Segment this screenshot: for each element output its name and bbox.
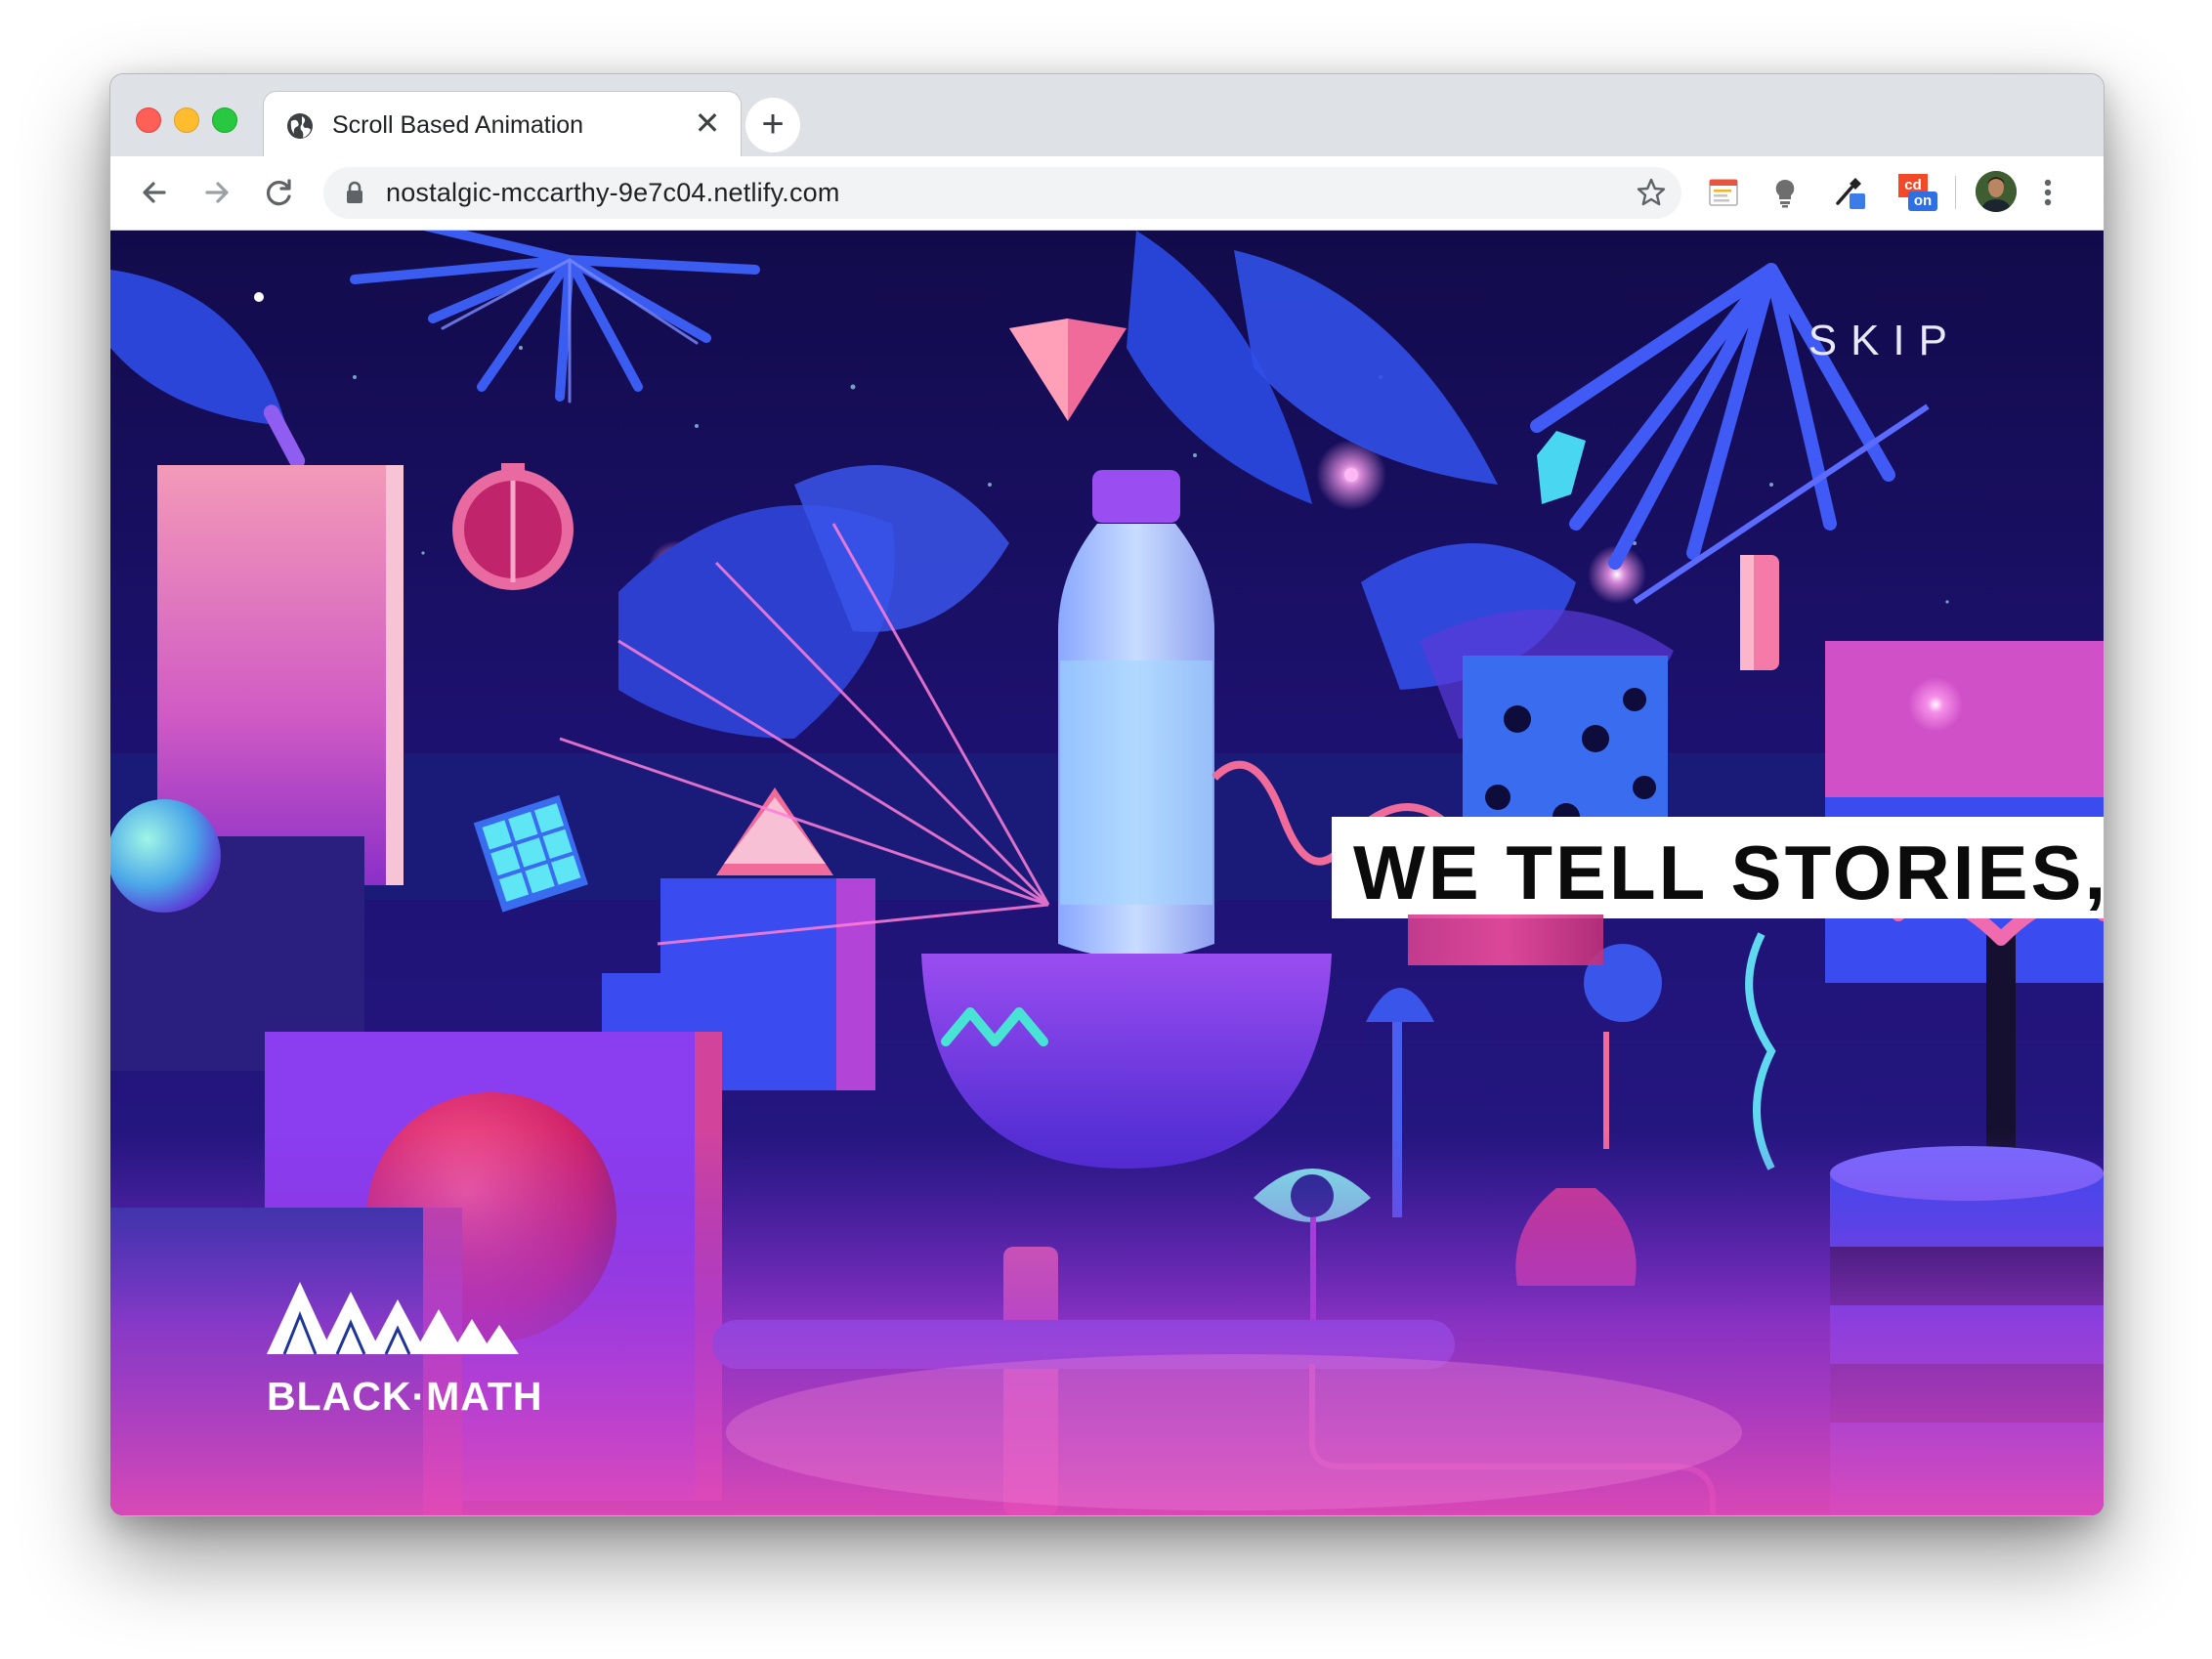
lightbulb-extension-icon[interactable]: [1766, 174, 1804, 211]
headline-highlight-bar: [1408, 915, 1603, 965]
headline-banner: WE TELL STORIES,: [1332, 817, 2104, 918]
cssd-on-extension-icon[interactable]: cd on: [1894, 174, 1939, 211]
new-tab-button[interactable]: +: [745, 98, 800, 152]
tab-close-icon[interactable]: ✕: [692, 107, 723, 139]
browser-toolbar: nostalgic-mccarthy-9e7c04.netlify.com cd…: [110, 156, 2104, 231]
browser-window: Scroll Based Animation ✕ + nostalgic-mcc…: [109, 73, 2105, 1516]
forward-arrow-icon[interactable]: [196, 172, 237, 213]
extension-badge: on: [1908, 191, 1937, 211]
zoom-window-button[interactable]: [212, 107, 237, 133]
profile-avatar[interactable]: [1975, 170, 2018, 213]
url-text[interactable]: nostalgic-mccarthy-9e7c04.netlify.com: [386, 178, 840, 208]
back-arrow-icon[interactable]: [134, 172, 175, 213]
tab-strip: Scroll Based Animation ✕ +: [110, 74, 2104, 157]
headline-text: WE TELL STORIES,: [1353, 830, 2104, 915]
address-bar[interactable]: nostalgic-mccarthy-9e7c04.netlify.com: [323, 167, 1681, 219]
notes-extension-icon[interactable]: [1705, 174, 1742, 211]
globe-icon: [287, 113, 313, 139]
close-window-button[interactable]: [136, 107, 161, 133]
more-menu-icon[interactable]: [2037, 174, 2059, 211]
tab-title: Scroll Based Animation: [332, 111, 584, 139]
logo-wordmark: BLACK·MATH: [267, 1374, 543, 1419]
bookmark-star-icon[interactable]: [1635, 176, 1668, 209]
eyedropper-extension-icon[interactable]: [1830, 174, 1867, 211]
tab-scroll-based-animation[interactable]: Scroll Based Animation ✕: [263, 91, 742, 157]
minimize-window-button[interactable]: [174, 107, 199, 133]
reload-icon[interactable]: [259, 172, 300, 213]
toolbar-divider: [1955, 176, 1956, 209]
lock-icon: [347, 181, 362, 203]
page-viewport[interactable]: SKIP WE TELL STORIES, BLACK·MATH: [110, 231, 2104, 1515]
skip-link[interactable]: SKIP: [1808, 317, 1961, 365]
